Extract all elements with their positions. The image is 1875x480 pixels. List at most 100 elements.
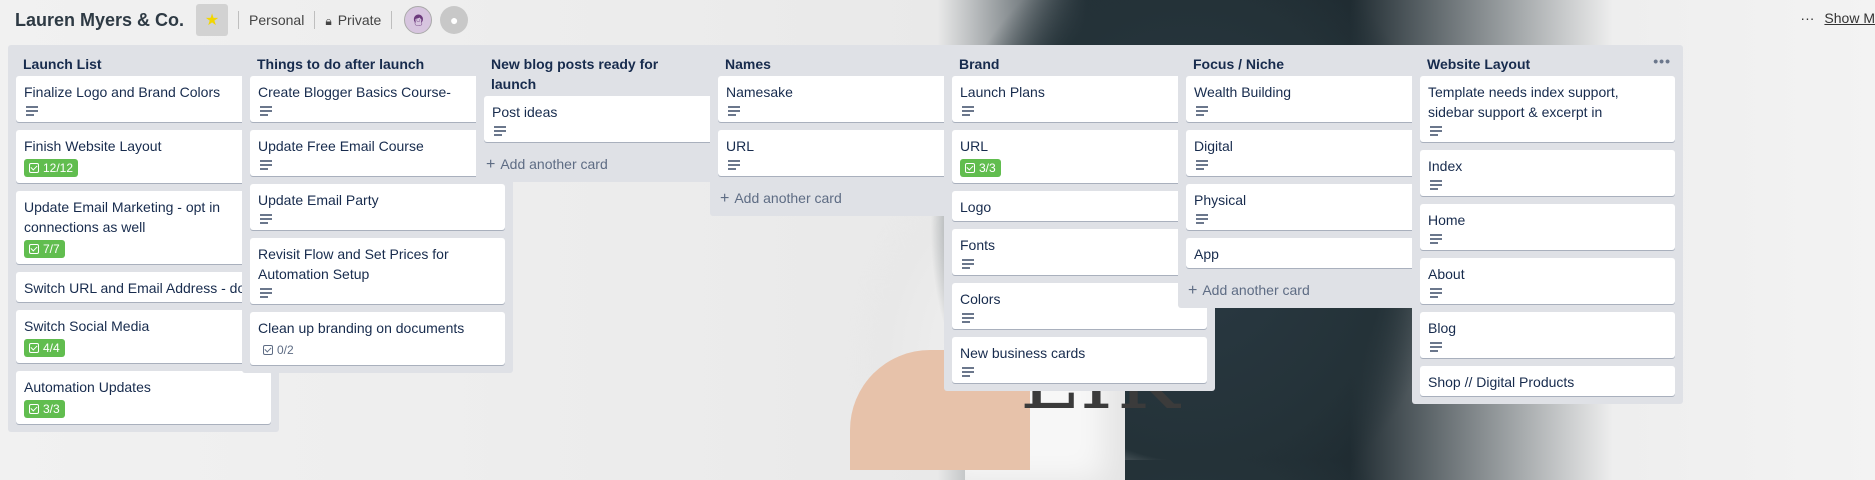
checklist-count: 7/7: [43, 242, 60, 256]
card[interactable]: Namesake: [718, 76, 973, 122]
star-icon[interactable]: ★: [196, 4, 229, 36]
list-menu-icon[interactable]: •••: [1653, 51, 1671, 71]
list-header: Things to do after launch•••: [242, 45, 513, 76]
checklist-badge: 12/12: [24, 159, 79, 177]
add-card-button[interactable]: + Add another card: [1178, 276, 1449, 308]
team-button[interactable]: Personal: [249, 12, 304, 28]
header-divider: [391, 11, 393, 29]
card[interactable]: Switch URL and Email Address - done: [16, 272, 271, 302]
card[interactable]: Launch Plans: [952, 76, 1207, 122]
card[interactable]: Colors: [952, 283, 1207, 329]
card[interactable]: Physical: [1186, 184, 1441, 230]
card[interactable]: Post ideas: [484, 96, 739, 142]
board-lists: Launch List ••• Finalize Logo and Brand Co…: [0, 40, 1875, 460]
card-badges: [726, 156, 965, 172]
checklist-count: 3/3: [43, 402, 60, 416]
card-title: Update Email Party: [258, 192, 379, 208]
list-title[interactable]: Names: [725, 56, 771, 72]
card[interactable]: URL 3/3: [952, 130, 1207, 183]
card[interactable]: App: [1186, 238, 1441, 268]
card-badges: [1428, 284, 1667, 300]
card[interactable]: URL: [718, 130, 973, 176]
card[interactable]: Fonts: [952, 229, 1207, 275]
card[interactable]: Digital: [1186, 130, 1441, 176]
card-title: Update Email Marketing - opt in connecti…: [24, 199, 221, 235]
checklist-badge: 3/3: [960, 159, 1001, 177]
more-icon: ···: [1800, 10, 1815, 26]
card-badges: 0/2: [258, 338, 497, 361]
add-member-avatar[interactable]: ●: [440, 6, 469, 34]
card-badges: [960, 363, 1199, 379]
card-badges: [960, 255, 1199, 271]
add-card-button[interactable]: + Add another card: [710, 184, 981, 216]
card[interactable]: Update Free Email Course: [250, 130, 505, 176]
list-title[interactable]: Focus / Niche: [1193, 56, 1284, 72]
checklist-icon: [29, 244, 39, 254]
checklist-count: 4/4: [43, 341, 60, 355]
list-title[interactable]: Website Layout: [1427, 56, 1530, 72]
list-header: Focus / Niche•••: [1178, 45, 1449, 76]
card-badges: [492, 122, 731, 138]
card[interactable]: New business cards: [952, 337, 1207, 383]
board-title[interactable]: Lauren Myers & Co.: [15, 10, 184, 31]
list-title[interactable]: Things to do after launch: [257, 56, 424, 72]
checklist-count: 0/2: [277, 343, 294, 357]
card[interactable]: Revisit Flow and Set Prices for Automati…: [250, 238, 505, 304]
card-badges: [960, 309, 1199, 325]
list-title[interactable]: Launch List: [23, 56, 102, 72]
card[interactable]: Create Blogger Basics Course-: [250, 76, 505, 122]
card-title: Namesake: [726, 84, 793, 100]
description-icon: [260, 106, 272, 116]
checklist-icon: [29, 404, 39, 414]
description-icon: [260, 288, 272, 298]
add-card-label: Add another card: [1202, 282, 1310, 298]
show-menu-label: Show M: [1824, 10, 1875, 26]
card-badges: 3/3: [960, 156, 1199, 179]
card-list: Template needs index support, sidebar su…: [1412, 76, 1683, 396]
add-card-button[interactable]: + Add another card: [476, 150, 747, 182]
visibility-button[interactable]: 🔒︎ Private: [325, 12, 381, 29]
card[interactable]: Template needs index support, sidebar su…: [1420, 76, 1675, 142]
card[interactable]: Automation Updates 3/3: [16, 371, 271, 424]
card-list: Post ideas: [476, 96, 747, 142]
list-header: Website Layout •••: [1412, 45, 1683, 76]
checklist-icon: [29, 163, 39, 173]
card-title: Wealth Building: [1194, 84, 1292, 100]
card[interactable]: Shop // Digital Products: [1420, 366, 1675, 396]
card-title: App: [1194, 246, 1219, 262]
card-badges: [1428, 230, 1667, 246]
card[interactable]: Index: [1420, 150, 1675, 196]
card-title: Switch Social Media: [24, 318, 150, 334]
card[interactable]: Update Email Marketing - opt in connecti…: [16, 191, 271, 264]
card[interactable]: About: [1420, 258, 1675, 304]
card[interactable]: Finish Website Layout 12/12: [16, 130, 271, 183]
card-list: Launch Plans URL 3/3 Logo Fonts Colors New bus…: [944, 76, 1215, 383]
card[interactable]: Update Email Party: [250, 184, 505, 230]
card-badges: [258, 102, 497, 118]
card-badges: 4/4: [24, 336, 263, 359]
card[interactable]: Wealth Building: [1186, 76, 1441, 122]
plus-icon: +: [486, 156, 496, 173]
card-badges: [258, 284, 497, 300]
card-badges: [726, 102, 965, 118]
list-title[interactable]: New blog posts ready for launch: [491, 56, 658, 92]
card[interactable]: Logo: [952, 191, 1207, 221]
card-badges: [258, 156, 497, 172]
list: New blog posts ready for launch••• Post i…: [476, 45, 747, 182]
card[interactable]: Switch Social Media 4/4: [16, 310, 271, 363]
card-list: Create Blogger Basics Course- Update Free…: [242, 76, 513, 365]
card-title: Template needs index support, sidebar su…: [1428, 84, 1619, 120]
card-title: Launch Plans: [960, 84, 1045, 100]
card-title: Automation Updates: [24, 379, 151, 395]
description-icon: [1430, 342, 1442, 352]
card[interactable]: Clean up branding on documents 0/2: [250, 312, 505, 365]
description-icon: [260, 214, 272, 224]
card[interactable]: Finalize Logo and Brand Colors: [16, 76, 271, 122]
card[interactable]: Home: [1420, 204, 1675, 250]
card[interactable]: Blog: [1420, 312, 1675, 358]
show-menu-button[interactable]: ··· Show M: [1800, 10, 1875, 26]
description-icon: [962, 106, 974, 116]
list-title[interactable]: Brand: [959, 56, 999, 72]
avatar[interactable]: 👩︎: [404, 6, 433, 34]
card-list: Namesake URL: [710, 76, 981, 176]
